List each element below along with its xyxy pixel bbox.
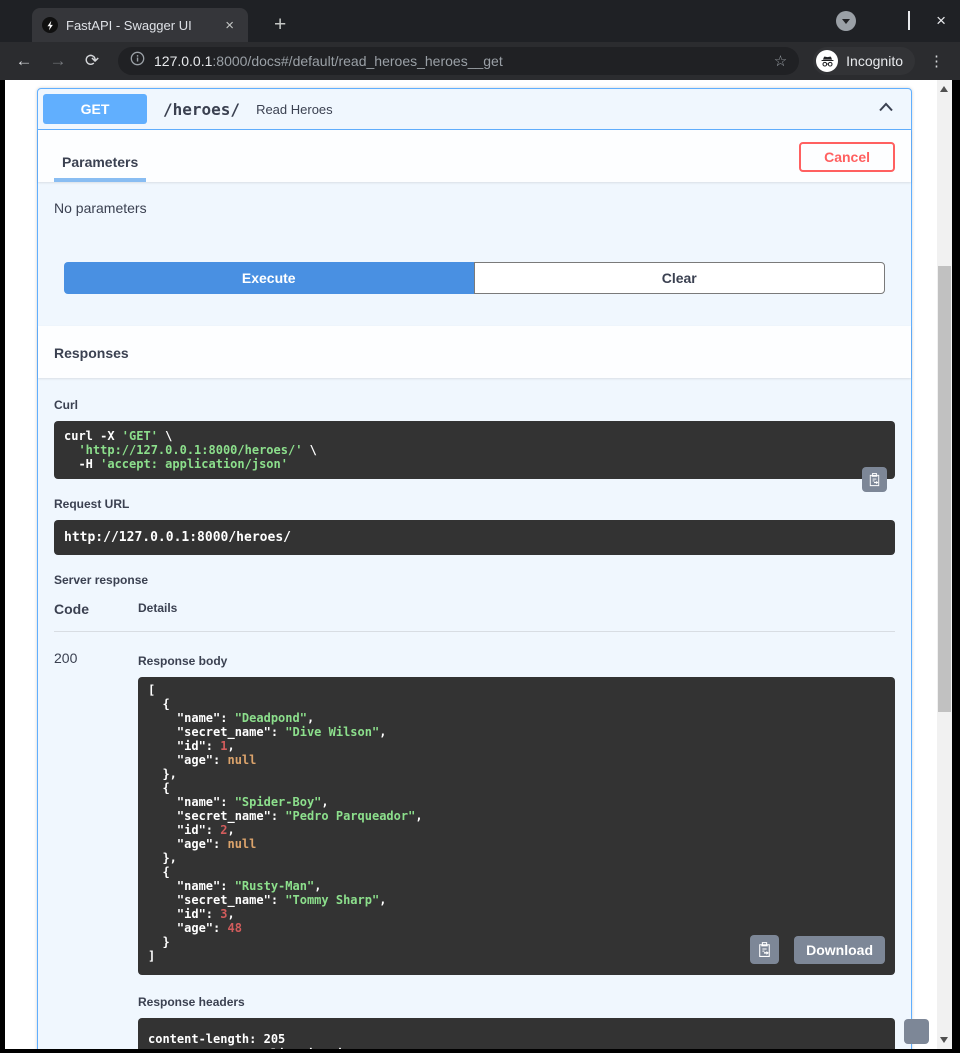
new-tab-button[interactable]: + xyxy=(266,8,294,42)
page-scrollbar[interactable] xyxy=(937,80,952,1049)
server-response-label: Server response xyxy=(54,573,895,587)
browser-menu-icon[interactable]: ⋮ xyxy=(925,52,948,70)
curl-code-block: curl -X 'GET' \ 'http://127.0.0.1:8000/h… xyxy=(54,421,895,479)
window-controls: × xyxy=(836,11,946,31)
url-text[interactable]: 127.0.0.1:8000/docs#/default/read_heroes… xyxy=(154,53,765,69)
back-button[interactable]: ← xyxy=(12,51,36,71)
maximize-button[interactable] xyxy=(908,12,910,30)
response-headers-block: content-length: 205content-type: applica… xyxy=(138,1018,895,1049)
download-button[interactable]: Download xyxy=(794,936,885,964)
incognito-badge: Incognito xyxy=(813,47,915,75)
response-row-200: 200 Response body [ { "name": "Deadpond"… xyxy=(54,632,895,1050)
incognito-icon xyxy=(816,50,838,72)
request-url-label: Request URL xyxy=(54,497,895,511)
response-details-cell: Response body [ { "name": "Deadpond", "s… xyxy=(138,632,895,1050)
responses-header: Responses xyxy=(38,326,911,378)
scrollbar-thumb[interactable] xyxy=(938,266,951,712)
parameters-body: No parameters Execute Clear xyxy=(38,182,911,326)
execute-row: Execute Clear xyxy=(64,262,885,294)
response-body-block: [ { "name": "Deadpond", "secret_name": "… xyxy=(138,677,895,975)
no-parameters-text: No parameters xyxy=(54,200,895,216)
request-url-block: http://127.0.0.1:8000/heroes/ xyxy=(54,520,895,555)
scrollbar-down-icon[interactable] xyxy=(940,1037,948,1043)
cancel-button[interactable]: Cancel xyxy=(799,142,895,172)
execute-button[interactable]: Execute xyxy=(64,262,474,294)
collapse-chevron-icon[interactable] xyxy=(876,97,896,122)
browser-toolbar: ← → ⟳ 127.0.0.1:8000/docs#/default/read_… xyxy=(0,42,960,80)
tab-close-icon[interactable]: × xyxy=(221,17,238,34)
browser-tab[interactable]: FastAPI - Swagger UI × xyxy=(32,8,248,42)
method-badge: GET xyxy=(43,94,147,124)
scrollbar-up-icon[interactable] xyxy=(940,86,948,92)
response-body-label: Response body xyxy=(138,654,895,668)
bookmark-star-icon[interactable]: ☆ xyxy=(774,52,787,70)
tab-title: FastAPI - Swagger UI xyxy=(66,18,213,33)
details-column-header: Details xyxy=(138,601,895,632)
status-code: 200 xyxy=(54,632,138,1050)
fastapi-favicon-icon xyxy=(42,17,58,33)
window-close-button[interactable]: × xyxy=(936,16,946,26)
tab-strip: FastAPI - Swagger UI × + × xyxy=(0,0,960,42)
parameters-header: Parameters Cancel xyxy=(38,130,911,182)
opblock-get-heroes: GET /heroes/ Read Heroes Parameters Canc… xyxy=(37,88,912,1049)
responses-table-header: Code Details xyxy=(54,601,895,632)
response-body-controls: Download xyxy=(750,935,885,964)
code-column-header: Code xyxy=(54,601,138,632)
endpoint-path: /heroes/ xyxy=(157,100,246,119)
responses-body: Curl curl -X 'GET' \ 'http://127.0.0.1:8… xyxy=(38,378,911,1049)
incognito-label: Incognito xyxy=(846,53,903,69)
response-headers-label: Response headers xyxy=(138,995,895,1009)
curl-copy-button[interactable] xyxy=(862,467,887,492)
forward-button[interactable]: → xyxy=(46,51,70,71)
tab-search-icon[interactable] xyxy=(836,11,856,31)
responses-title: Responses xyxy=(54,345,129,361)
opblock-summary[interactable]: GET /heroes/ Read Heroes xyxy=(38,89,911,130)
address-bar[interactable]: 127.0.0.1:8000/docs#/default/read_heroes… xyxy=(118,47,799,75)
clear-button[interactable]: Clear xyxy=(474,262,886,294)
tab-parameters[interactable]: Parameters xyxy=(54,154,146,182)
responses-table: Code Details 200 Response body [ { "name… xyxy=(54,601,895,1049)
page-info-icon[interactable] xyxy=(130,51,145,71)
swagger-page: GET /heroes/ Read Heroes Parameters Canc… xyxy=(5,80,937,1049)
endpoint-summary: Read Heroes xyxy=(256,102,866,117)
reload-button[interactable]: ⟳ xyxy=(80,51,104,71)
curl-label: Curl xyxy=(54,398,895,412)
response-copy-button[interactable] xyxy=(750,935,779,964)
